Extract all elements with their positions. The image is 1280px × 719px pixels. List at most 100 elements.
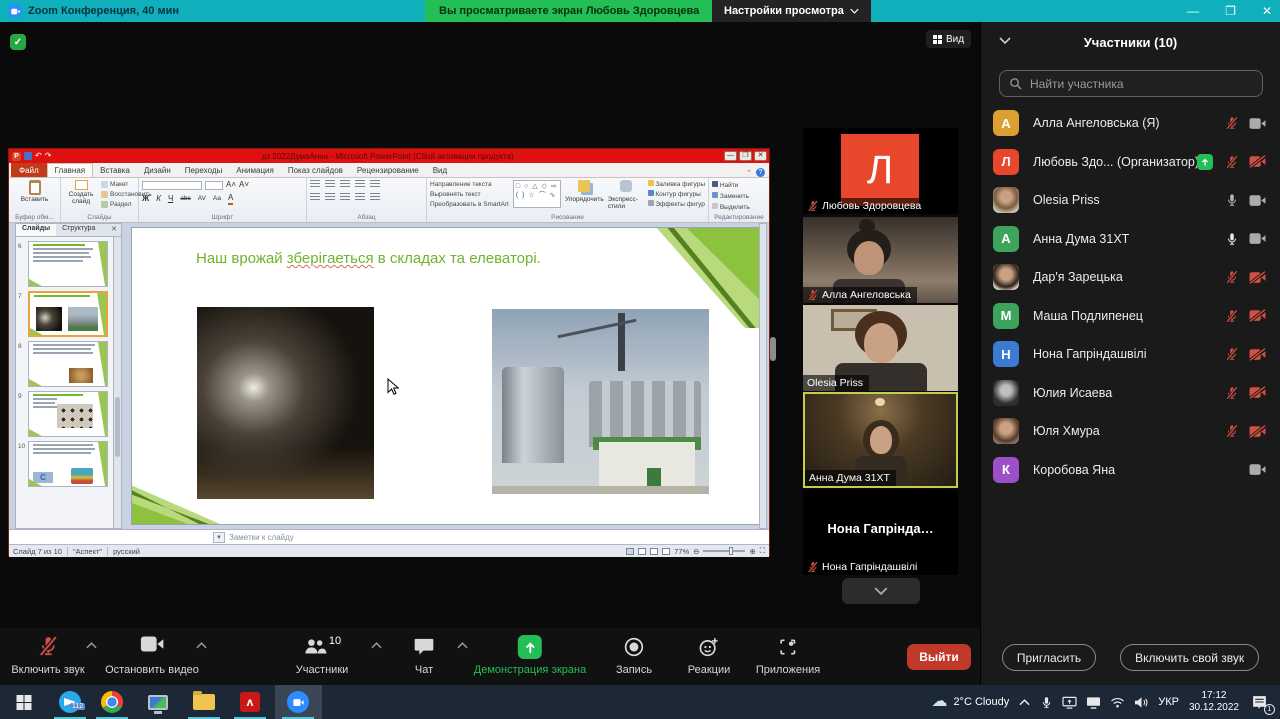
chat-button[interactable]: Чат <box>414 635 435 676</box>
ppt-restore-button[interactable]: ❐ <box>739 151 752 161</box>
quick-styles-button[interactable]: Экспресс-стили <box>608 180 644 210</box>
participant-row[interactable]: М Маша Подлипенец <box>981 297 1280 336</box>
unmute-self-button[interactable]: Включить свой звук <box>1120 644 1260 671</box>
share-screen-button[interactable]: Демонстрация экрана <box>474 635 586 676</box>
underline-button[interactable]: Ч <box>168 194 173 204</box>
participants-button[interactable]: 10 Участники <box>296 635 349 676</box>
tab-transitions[interactable]: Переходы <box>178 163 230 177</box>
replace-button[interactable]: Заменить <box>712 192 749 200</box>
italic-button[interactable]: К <box>156 194 161 204</box>
participant-row[interactable]: Юлия Исаева <box>981 374 1280 413</box>
change-case-button[interactable]: Aa <box>213 194 221 204</box>
save-icon[interactable] <box>24 152 32 160</box>
taskbar-zoom-icon[interactable] <box>287 685 309 719</box>
close-button[interactable]: ✕ <box>1262 4 1272 18</box>
search-input[interactable] <box>1028 75 1262 92</box>
tab-slides-pane[interactable]: Слайды <box>16 224 57 236</box>
unmute-button[interactable]: Включить звук <box>11 635 85 676</box>
text-direction-button[interactable]: Направление текста <box>430 180 509 190</box>
slide-thumb-9[interactable]: 9 <box>18 391 113 437</box>
tab-design[interactable]: Дизайн <box>137 163 178 177</box>
participant-row[interactable]: Юля Хмура <box>981 412 1280 451</box>
reading-view-icon[interactable] <box>650 547 659 555</box>
find-button[interactable]: Найти <box>712 181 738 189</box>
search-participant-box[interactable] <box>999 70 1263 97</box>
quick-access-toolbar[interactable]: P ↶ ↷ <box>12 151 52 161</box>
tray-monitor-icon[interactable] <box>1086 696 1101 709</box>
video-tile-alla[interactable]: Алла Ангеловська <box>803 217 958 303</box>
powerpoint-titlebar[interactable]: P ↶ ↷ дз 2022ДумаАнна - Microsoft PowerP… <box>9 149 769 163</box>
shape-fill-button[interactable]: Заливка фигуры <box>647 180 705 190</box>
strikethrough-button[interactable]: abc <box>180 194 190 204</box>
participant-row[interactable]: Дар'я Зарецька <box>981 258 1280 297</box>
char-spacing-button[interactable]: AV <box>198 194 206 204</box>
paste-button[interactable]: Вставить <box>12 180 57 203</box>
arrange-button[interactable]: Упорядочить <box>565 180 604 210</box>
columns-icon[interactable] <box>370 193 380 201</box>
slide-title[interactable]: Наш врожай зберігаеться в складах та еле… <box>196 250 676 267</box>
warehouse-photo[interactable] <box>197 307 374 499</box>
maximize-button[interactable]: ❐ <box>1225 4 1236 18</box>
convert-smartart-button[interactable]: Преобразовать в SmartArt <box>430 200 509 210</box>
shared-screen-scrollbar[interactable] <box>770 337 776 361</box>
font-color-button[interactable]: A <box>227 193 234 205</box>
tab-file[interactable]: Файл <box>11 163 47 177</box>
slide-thumb-7-selected[interactable]: 7 <box>18 291 113 337</box>
ppt-minimize-button[interactable]: — <box>724 151 737 161</box>
participant-row[interactable]: Н Нона Гапріндашвілі <box>981 335 1280 374</box>
weather-icon[interactable]: ☁ <box>931 694 947 710</box>
participant-row[interactable]: А Алла Ангеловська (Я) <box>981 104 1280 143</box>
speaker-icon[interactable] <box>1134 696 1149 709</box>
ppt-close-button[interactable]: ✕ <box>754 151 767 161</box>
record-button[interactable]: Запись <box>616 635 652 676</box>
tab-animations[interactable]: Анимация <box>229 163 281 177</box>
invite-button[interactable]: Пригласить <box>1001 644 1097 671</box>
bold-button[interactable]: Ж <box>142 194 149 204</box>
line-spacing-icon[interactable] <box>370 180 380 188</box>
apps-button[interactable]: Приложения <box>756 635 820 676</box>
zoom-in-icon[interactable]: ⊕ <box>749 547 755 556</box>
tray-mic-icon[interactable] <box>1040 696 1053 709</box>
video-tile-lyubov[interactable]: Л Любовь Здоровцева <box>803 128 958 214</box>
justify-icon[interactable] <box>355 193 365 201</box>
slide-thumb-10[interactable]: 10 C <box>18 441 113 487</box>
tab-review[interactable]: Рецензирование <box>350 163 426 177</box>
font-size-box[interactable] <box>205 180 223 190</box>
align-text-button[interactable]: Выровнять текст <box>430 190 509 200</box>
view-settings-button[interactable]: Настройки просмотра <box>712 0 871 22</box>
fit-slide-icon[interactable]: ⛶ <box>760 546 765 556</box>
help-icon[interactable]: ? <box>756 168 765 177</box>
align-center-icon[interactable] <box>325 193 335 201</box>
minimize-button[interactable]: — <box>1187 4 1199 18</box>
zoom-out-icon[interactable]: ⊖ <box>693 547 699 556</box>
action-center-icon[interactable]: 1 <box>1251 694 1275 715</box>
reactions-button[interactable]: Реакции <box>688 635 730 676</box>
weather-text[interactable]: 2°C Cloudy <box>953 696 1009 708</box>
taskbar-computer-icon[interactable] <box>148 685 168 719</box>
normal-view-icon[interactable] <box>626 547 635 555</box>
notes-splitter-icon[interactable]: ▼ <box>213 531 225 543</box>
undo-icon[interactable]: ↶ <box>35 152 42 160</box>
shapes-gallery[interactable]: □ ○ △ ◇ ⇨ ( ) ☆ ⌒ ∿ <box>512 180 562 208</box>
slide-thumb-8[interactable]: 8 <box>18 341 113 387</box>
tab-outline-pane[interactable]: Структура <box>56 224 101 236</box>
current-slide[interactable]: Наш врожай зберігаеться в складах та еле… <box>131 227 761 525</box>
numbering-icon[interactable] <box>325 180 335 188</box>
redo-icon[interactable]: ↷ <box>45 152 52 160</box>
shrink-font-button[interactable]: A˅ <box>239 180 249 190</box>
tab-view[interactable]: Вид <box>426 163 454 177</box>
tab-slideshow[interactable]: Показ слайдов <box>281 163 350 177</box>
indent-decrease-icon[interactable] <box>340 180 350 188</box>
taskbar-telegram-icon[interactable]: 112 <box>59 685 86 719</box>
hidden-icons-chevron[interactable] <box>1019 699 1030 706</box>
start-button[interactable] <box>16 685 32 719</box>
tray-screenshare-icon[interactable] <box>1062 696 1077 709</box>
grow-font-button[interactable]: A˄ <box>226 180 236 190</box>
select-button[interactable]: Выделить <box>712 203 750 211</box>
align-left-icon[interactable] <box>310 193 320 201</box>
video-options-caret[interactable] <box>196 642 207 649</box>
keyboard-language[interactable]: УКР <box>1158 696 1179 708</box>
participants-options-caret[interactable] <box>371 642 382 649</box>
wifi-icon[interactable] <box>1110 697 1125 708</box>
tab-insert[interactable]: Вставка <box>93 163 137 177</box>
